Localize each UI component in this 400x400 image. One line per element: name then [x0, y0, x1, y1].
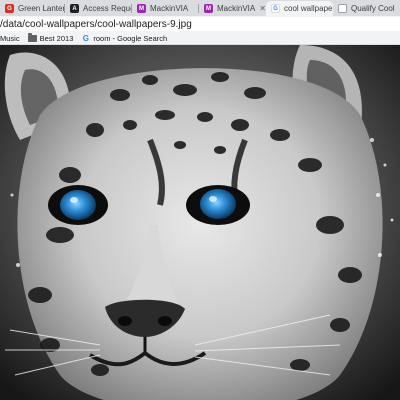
tab-cool-wallpapers[interactable]: G cool wallpape: [266, 1, 333, 16]
tab-mackinvia-1[interactable]: M MackinVIA: [132, 1, 199, 16]
bookmarks-bar: Music Best 2013 G room - Google Search: [0, 32, 400, 45]
address-bar: /data/cool-wallpapers/cool-wallpapers-9.…: [0, 16, 400, 32]
favicon-icon: G: [5, 4, 14, 13]
favicon-icon: M: [204, 4, 213, 13]
tab-title: Qualify Cool: [351, 4, 395, 13]
bookmark-label: Best 2013: [39, 33, 74, 43]
tab-green-lantern[interactable]: G Green Lantern: [0, 1, 65, 16]
google-icon: G: [82, 33, 89, 43]
image-viewport[interactable]: [0, 45, 400, 400]
bookmark-label: Music: [0, 33, 20, 43]
tab-mackinvia-2[interactable]: M MackinVIA ✕: [199, 1, 266, 16]
bookmark-best-2013[interactable]: Best 2013: [27, 32, 74, 43]
tab-title: cool wallpape: [284, 4, 333, 13]
tab-qualify-cool[interactable]: Qualify Cool: [333, 1, 400, 16]
tab-access-request[interactable]: A Access Reques: [65, 1, 132, 16]
folder-icon: [27, 32, 37, 42]
favicon-icon: M: [137, 4, 146, 13]
page-icon: [338, 4, 347, 13]
tab-title: Access Reques: [83, 4, 132, 13]
bookmark-room-google-search[interactable]: G room - Google Search: [81, 34, 167, 43]
bookmark-label: room - Google Search: [93, 33, 168, 43]
favicon-icon: A: [70, 4, 79, 13]
snow-leopard-photo: [0, 45, 400, 400]
url-text: /data/cool-wallpapers/cool-wallpapers-9.…: [0, 18, 192, 30]
tab-strip: G Green Lantern A Access Reques M Mackin…: [0, 0, 400, 16]
tab-title: Green Lantern: [18, 4, 65, 13]
tab-title: MackinVIA: [150, 4, 189, 13]
bookmark-music[interactable]: Music: [0, 34, 20, 43]
close-tab-icon[interactable]: ✕: [259, 4, 266, 13]
google-icon: G: [271, 4, 280, 13]
url-field[interactable]: /data/cool-wallpapers/cool-wallpapers-9.…: [0, 17, 400, 31]
tab-title: MackinVIA: [217, 4, 256, 13]
